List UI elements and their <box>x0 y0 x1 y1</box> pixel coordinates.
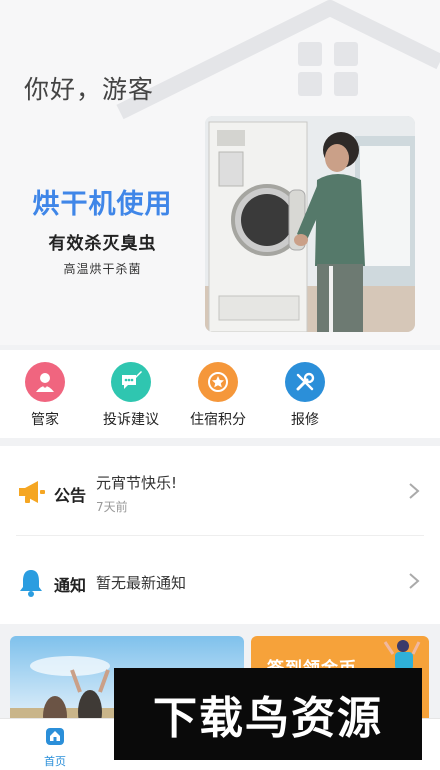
megaphone-icon <box>19 481 45 503</box>
quick-action-label: 管家 <box>31 412 59 428</box>
star-badge-icon <box>198 362 238 402</box>
banner-text-block: 烘干机使用 有效杀灭臭虫 高温烘干杀菌 <box>0 182 205 277</box>
tab-label: 首页 <box>44 755 66 768</box>
quick-action-label: 投诉建议 <box>103 412 159 428</box>
bell-icon <box>20 570 42 597</box>
notification-title: 通知 <box>54 576 87 595</box>
chevron-right-icon <box>409 573 420 589</box>
quick-action-label: 住宿积分 <box>190 412 246 428</box>
quick-action-label: 报修 <box>291 412 319 428</box>
quick-action-points[interactable]: 住宿积分 <box>183 362 253 429</box>
quick-actions: 管家 投诉建议 住宿积分 报修 <box>0 350 440 438</box>
banner-title: 烘干机使用 <box>32 189 173 220</box>
butler-icon <box>25 362 65 402</box>
watermark-text: 下载鸟资源 <box>153 693 383 744</box>
wrench-icon <box>285 362 325 402</box>
quick-action-complaint[interactable]: 投诉建议 <box>96 362 166 429</box>
chevron-right-icon <box>409 483 420 499</box>
banner-caption: 高温烘干杀菌 <box>63 262 142 276</box>
home-icon <box>46 728 64 745</box>
watermark-overlay: 下载鸟资源 <box>114 668 422 760</box>
notification-message: 暂无最新通知 <box>96 574 187 592</box>
promo-banner[interactable]: 烘干机使用 有效杀灭臭虫 高温烘干杀菌 <box>0 112 440 334</box>
announcement-title: 公告 <box>54 486 87 505</box>
banner-subtitle: 有效杀灭臭虫 <box>48 234 157 254</box>
announcement-message: 元宵节快乐! <box>96 474 178 492</box>
quick-action-butler[interactable]: 管家 <box>10 362 80 429</box>
notice-panel: 公告 元宵节快乐! 7天前 通知 暂无最新通知 <box>0 446 440 624</box>
header-area: 你好，游客 烘干机使用 有效杀灭臭虫 高温烘干杀菌 <box>0 0 440 345</box>
announcement-row[interactable]: 公告 元宵节快乐! 7天前 <box>0 446 440 534</box>
notification-row[interactable]: 通知 暂无最新通知 <box>0 536 440 624</box>
greeting-text: 你好，游客 <box>24 75 155 104</box>
quick-action-repair[interactable]: 报修 <box>270 362 340 429</box>
announcement-time: 7天前 <box>96 500 128 514</box>
banner-photo <box>205 116 415 332</box>
tab-home[interactable]: 首页 <box>15 725 95 769</box>
chat-edit-icon <box>111 362 151 402</box>
